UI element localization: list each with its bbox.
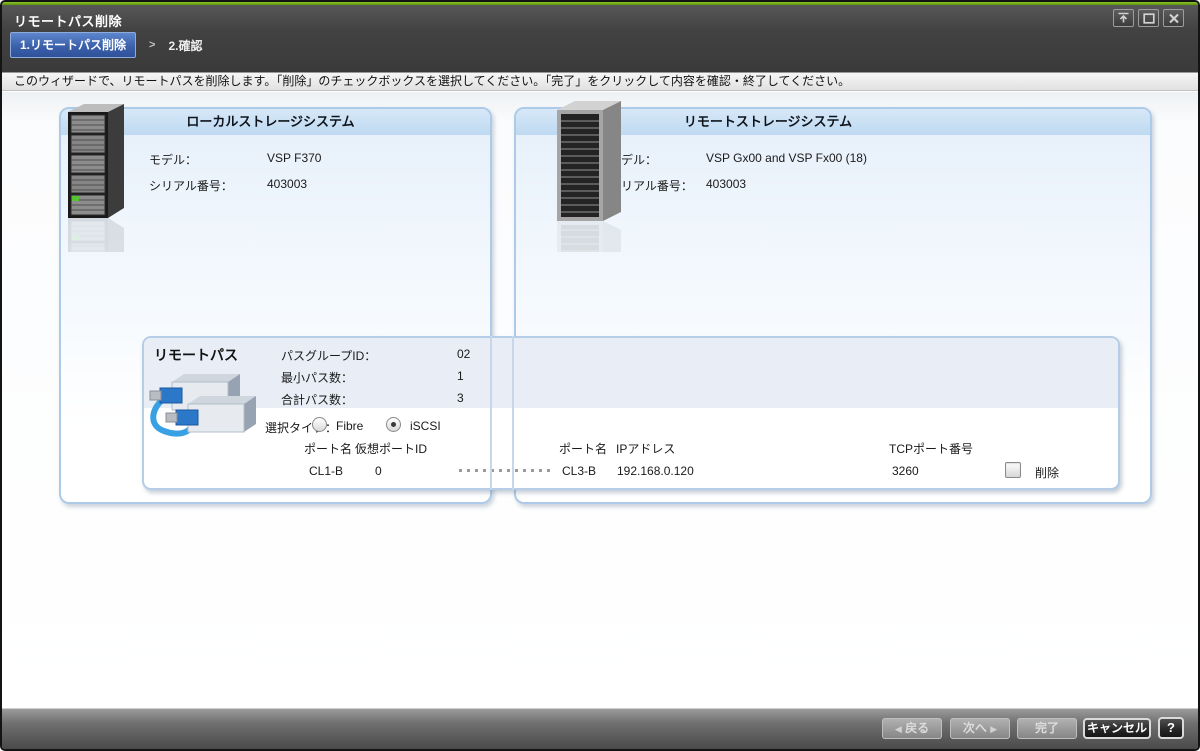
accent-green-line	[2, 2, 1198, 5]
step-2: 2.確認	[168, 37, 202, 54]
dialog-title: リモートパス削除	[14, 11, 122, 30]
footer-bar: ◀ 戻る 次へ ▶ 完了 キャンセル ?	[2, 708, 1198, 749]
window-controls	[1113, 9, 1184, 27]
step-1-active: 1.リモートパス削除	[10, 32, 136, 58]
local-panel-border-overlay	[490, 336, 492, 490]
cancel-button[interactable]: キャンセル	[1083, 718, 1151, 739]
tcp-port-value: 3260	[892, 464, 919, 478]
ip-address-value: 192.168.0.120	[617, 464, 694, 478]
step-separator: >	[149, 39, 155, 51]
remote-path-title: リモートパス	[154, 345, 238, 365]
virtual-port-id-value: 0	[375, 464, 382, 478]
iscsi-radio[interactable]	[386, 417, 401, 432]
path-group-id-value: 02	[457, 347, 470, 361]
path-group-id-label: パスグループID：	[281, 347, 376, 364]
iscsi-radio-label[interactable]: iSCSI	[410, 419, 441, 433]
local-port-name-value: CL1-B	[309, 464, 343, 478]
virtual-port-id-header: 仮想ポートID	[355, 440, 427, 457]
fibre-radio-label[interactable]: Fibre	[336, 419, 363, 433]
finish-button[interactable]: 完了	[1017, 718, 1077, 739]
remote-path-connector-icon	[148, 364, 258, 451]
ip-address-header: IPアドレス	[616, 440, 675, 457]
instruction-bar: このウィザードで、リモートパスを削除します。「削除」のチェックボックスを選択して…	[2, 72, 1198, 91]
delete-checkbox[interactable]	[1005, 462, 1021, 478]
close-icon[interactable]	[1163, 9, 1184, 27]
fibre-radio[interactable]	[312, 417, 327, 432]
local-serial-label: シリアル番号：	[149, 177, 233, 194]
remote-serial-value: 403003	[706, 177, 746, 191]
min-paths-value: 1	[457, 369, 464, 383]
local-storage-rack-icon	[62, 96, 136, 257]
next-arrow-icon: ▶	[990, 724, 997, 734]
wizard-steps: 1.リモートパス削除 > 2.確認	[10, 34, 202, 56]
delete-checkbox-label[interactable]: 削除	[1035, 464, 1059, 481]
remote-model-value: VSP Gx00 and VSP Fx00 (18)	[706, 151, 867, 165]
maximize-icon[interactable]	[1138, 9, 1159, 27]
remote-panel-border-overlay	[512, 336, 514, 490]
local-port-name-header: ポート名	[304, 440, 352, 457]
remote-storage-rack-icon	[551, 96, 633, 257]
wizard-dialog: リモートパス削除 1.リモートパス削除 > 2.確認 このウィザードで、リモート…	[0, 0, 1200, 751]
local-serial-value: 403003	[267, 177, 307, 191]
tcp-port-header: TCPポート番号	[889, 440, 973, 457]
total-paths-value: 3	[457, 391, 464, 405]
float-window-icon[interactable]	[1113, 9, 1134, 27]
back-arrow-icon: ◀	[895, 724, 902, 734]
next-button[interactable]: 次へ ▶	[950, 718, 1010, 739]
local-model-value: VSP F370	[267, 151, 321, 165]
local-model-label: モデル：	[149, 151, 197, 168]
path-connection-dotted-line	[459, 469, 555, 472]
remote-port-name-value: CL3-B	[562, 464, 596, 478]
min-paths-label: 最小パス数：	[281, 369, 353, 386]
title-bar: リモートパス削除 1.リモートパス削除 > 2.確認	[2, 2, 1198, 72]
total-paths-label: 合計パス数：	[281, 391, 353, 408]
remote-path-box: リモートパス	[142, 336, 1120, 490]
help-button[interactable]: ?	[1158, 717, 1184, 739]
remote-port-name-header: ポート名	[559, 440, 607, 457]
back-button[interactable]: ◀ 戻る	[882, 718, 942, 739]
